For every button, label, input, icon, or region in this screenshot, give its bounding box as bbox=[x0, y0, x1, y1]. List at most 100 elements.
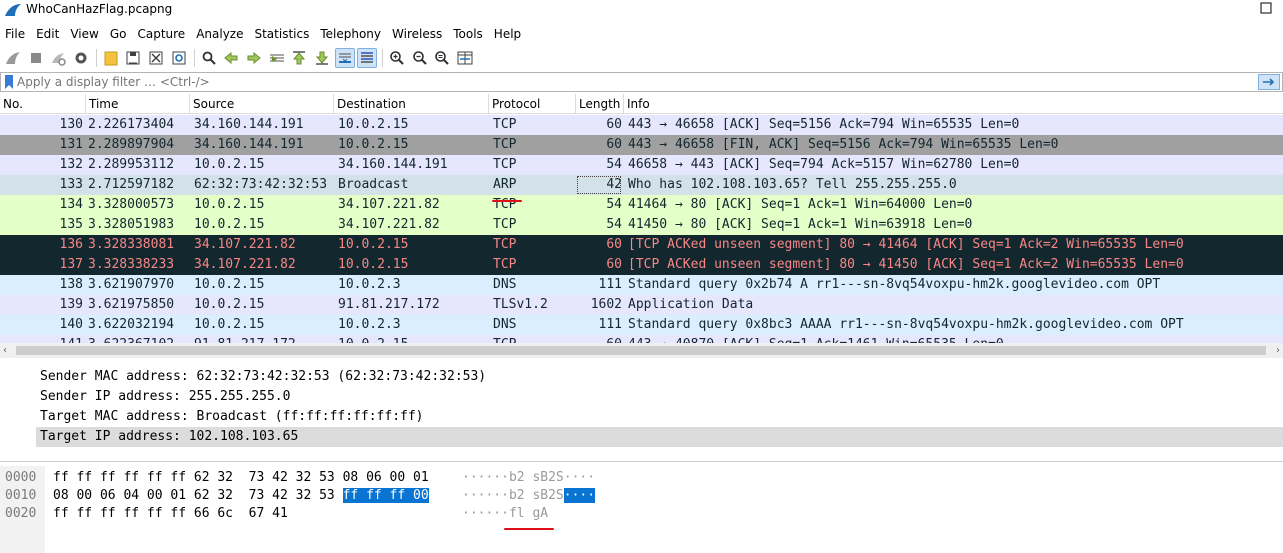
cell-protocol: ARP bbox=[493, 177, 517, 192]
cell-source: 10.0.2.15 bbox=[194, 157, 265, 172]
detail-target-mac[interactable]: Target MAC address: Broadcast (ff:ff:ff:… bbox=[0, 407, 1283, 427]
go-forward-arrow-icon[interactable] bbox=[244, 48, 264, 68]
menu-analyze[interactable]: Analyze bbox=[191, 27, 249, 41]
cell-protocol: TCP bbox=[493, 137, 517, 152]
cell-source: 10.0.2.15 bbox=[194, 277, 265, 292]
menu-tools[interactable]: Tools bbox=[448, 27, 489, 41]
menu-statistics[interactable]: Statistics bbox=[249, 27, 315, 41]
menu-help[interactable]: Help bbox=[489, 27, 527, 41]
packet-row[interactable]: 139 3.621975850 10.0.2.15 91.81.217.172 TLSv… bbox=[0, 295, 1283, 315]
scroll-right-icon[interactable]: › bbox=[1276, 345, 1280, 356]
cell-protocol: TCP bbox=[493, 117, 517, 132]
normal-size-icon[interactable] bbox=[432, 48, 452, 68]
column-header-length[interactable]: Length bbox=[576, 94, 624, 114]
cell-no: 131 bbox=[59, 137, 83, 152]
cell-length: 60 bbox=[606, 237, 622, 252]
menu-bar: File Edit View Go Capture Analyze Statis… bbox=[0, 23, 1283, 44]
packet-row[interactable]: 133 2.712597182 62:32:73:42:32:53 Broadcast… bbox=[0, 175, 1283, 195]
last-packet-icon[interactable] bbox=[312, 48, 332, 68]
scroll-left-icon[interactable]: ‹ bbox=[3, 345, 7, 356]
zoom-in-icon[interactable] bbox=[387, 48, 407, 68]
zoom-out-icon[interactable] bbox=[410, 48, 430, 68]
menu-file[interactable]: File bbox=[0, 27, 31, 41]
shark-fin-start-icon[interactable] bbox=[3, 48, 23, 68]
window-title: WhoCanHazFlag.pcapng bbox=[26, 2, 173, 16]
close-file-icon[interactable] bbox=[146, 48, 166, 68]
restart-icon[interactable] bbox=[48, 48, 68, 68]
packet-row[interactable]: 136 3.328338081 34.107.221.82 10.0.2.15 TCP 6… bbox=[0, 235, 1283, 255]
bytes-ascii-plain: ······b2 sB2S···· bbox=[462, 470, 596, 485]
bytes-ascii[interactable]: ······fl gA bbox=[462, 504, 548, 524]
pane-splitter[interactable] bbox=[0, 461, 1283, 464]
detail-target-ip[interactable]: Target IP address: 102.108.103.65 bbox=[36, 427, 1283, 447]
packet-row[interactable]: 140 3.622032194 10.0.2.15 10.0.2.3 DNS 111 Sta… bbox=[0, 315, 1283, 335]
go-to-packet-icon[interactable] bbox=[267, 48, 287, 68]
packet-row[interactable]: 130 2.226173404 34.160.144.191 10.0.2.15 TCP… bbox=[0, 115, 1283, 135]
packet-row[interactable]: 132 2.289953112 10.0.2.15 34.160.144.191 TCP… bbox=[0, 155, 1283, 175]
menu-capture[interactable]: Capture bbox=[132, 27, 191, 41]
column-header-destination[interactable]: Destination bbox=[334, 94, 489, 114]
cell-source: 10.0.2.15 bbox=[194, 217, 265, 232]
packet-row[interactable]: 141 3.622367102 91.81.217.172 10.0.2.15 TCP6… bbox=[0, 335, 1283, 343]
menu-wireless[interactable]: Wireless bbox=[387, 27, 448, 41]
colorize-icon[interactable] bbox=[357, 47, 378, 68]
go-back-arrow-icon[interactable] bbox=[221, 48, 241, 68]
bookmark-icon[interactable] bbox=[4, 75, 14, 89]
bytes-ascii[interactable]: ······b2 sB2S···· bbox=[462, 486, 596, 506]
bytes-hex[interactable]: ff ff ff ff ff ff 62 32 73 42 32 53 08 0… bbox=[53, 468, 429, 488]
capture-options-gear-icon[interactable] bbox=[71, 48, 91, 68]
autoscroll-icon[interactable] bbox=[334, 47, 355, 68]
menu-edit[interactable]: Edit bbox=[31, 27, 65, 41]
bytes-row: 0020 ff ff ff ff ff ff 66 6c 67 41 ·····… bbox=[0, 504, 1283, 524]
cell-time: 2.289953112 bbox=[88, 157, 175, 172]
scrollbar-thumb[interactable] bbox=[16, 346, 1266, 355]
cell-length: 111 bbox=[598, 317, 622, 332]
cell-length: 1602 bbox=[590, 297, 622, 312]
save-file-icon[interactable] bbox=[123, 48, 143, 68]
open-folder-icon[interactable] bbox=[101, 48, 121, 68]
bytes-ascii[interactable]: ······b2 sB2S···· bbox=[462, 468, 595, 488]
bytes-hex[interactable]: ff ff ff ff ff ff 66 6c 67 41 bbox=[53, 504, 288, 524]
cell-length: 54 bbox=[606, 217, 622, 232]
column-header-time[interactable]: Time bbox=[86, 94, 190, 114]
menu-go[interactable]: Go bbox=[105, 27, 133, 41]
first-packet-icon[interactable] bbox=[289, 48, 309, 68]
packet-row[interactable]: 137 3.328338233 34.107.221.82 10.0.2.15 TCP 6… bbox=[0, 255, 1283, 275]
cell-source: 10.0.2.15 bbox=[194, 317, 265, 332]
cell-length: 60 bbox=[576, 335, 622, 343]
stop-square-icon[interactable] bbox=[26, 48, 46, 68]
reload-icon[interactable] bbox=[169, 48, 189, 68]
find-magnifier-icon[interactable] bbox=[199, 48, 219, 68]
bytes-row: 0000 ff ff ff ff ff ff 62 32 73 42 32 53… bbox=[0, 468, 1283, 488]
packet-bytes: 0000 ff ff ff ff ff ff 62 32 73 42 32 53… bbox=[0, 466, 1283, 553]
detail-sender-ip[interactable]: Sender IP address: 255.255.255.0 bbox=[0, 387, 1283, 407]
bytes-hex[interactable]: 08 00 06 04 00 01 62 32 73 42 32 53 ff f… bbox=[53, 486, 429, 506]
cell-protocol: TCP bbox=[493, 217, 517, 232]
cell-source: 91.81.217.172 bbox=[194, 335, 334, 343]
packet-row[interactable]: 135 3.328051983 10.0.2.15 34.107.221.82 TCP 5… bbox=[0, 215, 1283, 235]
display-filter-input[interactable] bbox=[17, 74, 1237, 90]
cell-length: 54 bbox=[606, 197, 622, 212]
detail-sender-mac[interactable]: Sender MAC address: 62:32:73:42:32:53 (6… bbox=[0, 367, 1283, 387]
menu-telephony[interactable]: Telephony bbox=[315, 27, 387, 41]
wireshark-fin-icon bbox=[5, 4, 21, 16]
cell-length: 60 bbox=[606, 117, 622, 132]
column-header-info[interactable]: Info bbox=[624, 94, 1283, 114]
cell-destination: 34.107.221.82 bbox=[338, 197, 440, 212]
window-maximize-icon[interactable] bbox=[1259, 1, 1273, 15]
packet-row[interactable]: 134 3.328000573 10.0.2.15 34.107.221.82 TCP 5… bbox=[0, 195, 1283, 215]
apply-filter-button[interactable] bbox=[1258, 74, 1280, 90]
column-header-no[interactable]: No. bbox=[0, 94, 86, 114]
packet-row[interactable]: 138 3.621907970 10.0.2.15 10.0.2.3 DNS 111 Sta… bbox=[0, 275, 1283, 295]
packet-list-scrollbar[interactable]: ‹ › bbox=[0, 343, 1283, 358]
cell-no: 140 bbox=[59, 317, 83, 332]
bytes-hex-plain: ff ff ff ff ff ff 62 32 73 42 32 53 08 0… bbox=[53, 470, 429, 485]
column-header-protocol[interactable]: Protocol bbox=[489, 94, 576, 114]
cell-protocol: TCP bbox=[493, 157, 517, 172]
column-header-source[interactable]: Source bbox=[190, 94, 334, 114]
resize-columns-icon[interactable] bbox=[455, 48, 475, 68]
packet-row[interactable]: 131 2.289897904 34.160.144.191 10.0.2.15 TCP… bbox=[0, 135, 1283, 155]
menu-view[interactable]: View bbox=[65, 27, 104, 41]
bytes-hex-highlight: ff ff ff 00 bbox=[342, 488, 429, 503]
cell-time: 3.328338233 bbox=[88, 257, 175, 272]
